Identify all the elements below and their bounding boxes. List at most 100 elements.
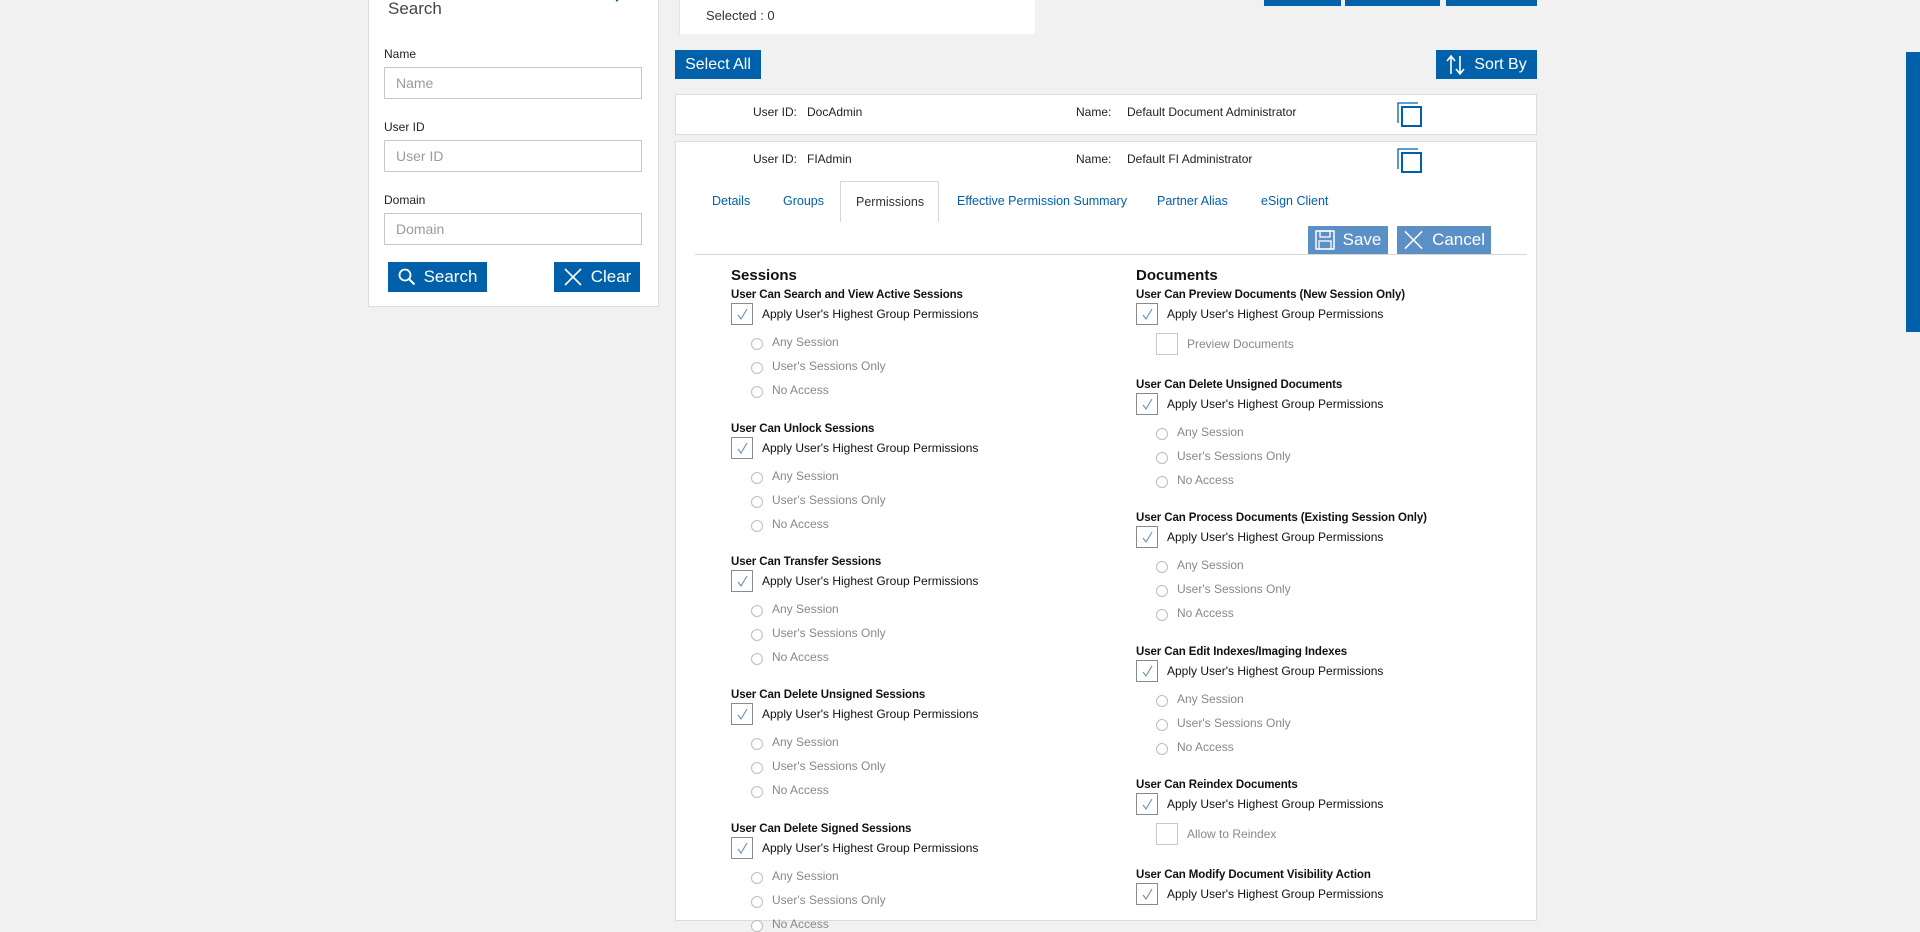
radio-option-label: Any Session	[1177, 558, 1244, 572]
selected-count: Selected : 0	[706, 8, 775, 23]
permission-title: User Can Reindex Documents	[1136, 779, 1298, 791]
apply-group-permissions-checkbox[interactable]	[1136, 303, 1158, 325]
select-checkbox-icon[interactable]	[1397, 102, 1423, 128]
permission-title: User Can Transfer Sessions	[731, 556, 882, 568]
radio-option[interactable]	[751, 738, 763, 750]
radio-option-label: No Access	[772, 383, 829, 397]
tab-esign-client[interactable]: eSign Client	[1245, 181, 1344, 221]
apply-group-permissions-checkbox[interactable]	[1136, 393, 1158, 415]
close-icon	[1404, 230, 1423, 250]
radio-option[interactable]	[751, 338, 763, 350]
select-checkbox-icon[interactable]	[1397, 148, 1423, 174]
tab-permissions[interactable]: Permissions	[840, 181, 939, 222]
tab-details[interactable]: Details	[696, 181, 766, 221]
select-all-button[interactable]: Select All	[675, 50, 761, 79]
check-icon	[737, 575, 748, 587]
option-checkbox[interactable]	[1156, 823, 1178, 845]
toolbar-button-2[interactable]	[1345, 0, 1440, 6]
radio-option-label: User's Sessions Only	[772, 893, 886, 907]
radio-option[interactable]	[1156, 719, 1168, 731]
toolbar-button-3[interactable]	[1446, 0, 1537, 6]
apply-group-permissions-label: Apply User's Highest Group Permissions	[762, 441, 979, 455]
tab-divider	[695, 254, 1527, 255]
apply-group-permissions-label: Apply User's Highest Group Permissions	[1167, 397, 1384, 411]
radio-option-label: User's Sessions Only	[772, 759, 886, 773]
check-icon	[1142, 665, 1153, 677]
radio-option-label: User's Sessions Only	[1177, 449, 1291, 463]
apply-group-permissions-checkbox[interactable]	[1136, 526, 1158, 548]
cancel-label: Cancel	[1432, 230, 1485, 249]
apply-group-permissions-checkbox[interactable]	[731, 837, 753, 859]
apply-group-permissions-label: Apply User's Highest Group Permissions	[1167, 664, 1384, 678]
search-button[interactable]: Search	[388, 262, 487, 292]
user-name-value: Default FI Administrator	[1127, 152, 1253, 166]
apply-group-permissions-label: Apply User's Highest Group Permissions	[762, 574, 979, 588]
sort-icon	[1446, 54, 1465, 75]
radio-option-label: No Access	[772, 650, 829, 664]
radio-option[interactable]	[1156, 609, 1168, 621]
radio-option-label: No Access	[1177, 740, 1234, 754]
radio-option[interactable]	[751, 872, 763, 884]
apply-group-permissions-checkbox[interactable]	[731, 437, 753, 459]
radio-option[interactable]	[751, 629, 763, 641]
radio-option[interactable]	[751, 520, 763, 532]
radio-option-label: Any Session	[772, 869, 839, 883]
radio-option[interactable]	[751, 362, 763, 374]
radio-option[interactable]	[751, 605, 763, 617]
permission-title: User Can Preview Documents (New Session …	[1136, 289, 1406, 301]
radio-option-label: User's Sessions Only	[772, 493, 886, 507]
apply-group-permissions-checkbox[interactable]	[731, 303, 753, 325]
user-id-label: User ID:	[753, 105, 798, 119]
user-row[interactable]: User ID: DocAdmin Name: Default Document…	[675, 94, 1537, 135]
radio-option[interactable]	[751, 653, 763, 665]
apply-group-permissions-checkbox[interactable]	[1136, 793, 1158, 815]
radio-option[interactable]	[751, 896, 763, 908]
toolbar-button-1[interactable]	[1264, 0, 1341, 6]
radio-option[interactable]	[751, 386, 763, 398]
radio-option[interactable]	[1156, 585, 1168, 597]
domain-input[interactable]	[384, 213, 642, 245]
tab-partner-alias[interactable]: Partner Alias	[1141, 181, 1244, 221]
apply-group-permissions-checkbox[interactable]	[731, 703, 753, 725]
tab-groups[interactable]: Groups	[767, 181, 840, 221]
radio-option[interactable]	[1156, 561, 1168, 573]
radio-option[interactable]	[751, 786, 763, 798]
apply-group-permissions-checkbox[interactable]	[1136, 660, 1158, 682]
check-icon	[1142, 798, 1153, 810]
name-label: Name	[384, 47, 417, 61]
radio-option[interactable]	[1156, 452, 1168, 464]
permission-title: User Can Modify Document Visibility Acti…	[1136, 869, 1371, 881]
apply-group-permissions-label: Apply User's Highest Group Permissions	[1167, 530, 1384, 544]
cancel-button[interactable]: Cancel	[1397, 226, 1491, 254]
apply-group-permissions-checkbox[interactable]	[1136, 883, 1158, 905]
radio-option[interactable]	[1156, 428, 1168, 440]
permission-title: User Can Delete Signed Sessions	[731, 823, 912, 835]
pin-icon[interactable]	[608, 0, 626, 5]
radio-option[interactable]	[751, 762, 763, 774]
apply-group-permissions-checkbox[interactable]	[731, 570, 753, 592]
check-icon	[1142, 398, 1153, 410]
side-scroll-indicator[interactable]	[1906, 52, 1920, 332]
permission-title: User Can Search and View Active Sessions	[731, 289, 963, 301]
radio-option[interactable]	[1156, 743, 1168, 755]
radio-option-label: User's Sessions Only	[772, 626, 886, 640]
radio-option[interactable]	[751, 920, 763, 932]
save-label: Save	[1342, 230, 1382, 249]
radio-option[interactable]	[751, 496, 763, 508]
user-id-value: FIAdmin	[807, 152, 852, 166]
check-icon	[1142, 531, 1153, 543]
clear-button[interactable]: Clear	[554, 262, 640, 292]
userid-input[interactable]	[384, 140, 642, 172]
save-button[interactable]: Save	[1308, 226, 1388, 254]
sort-by-button[interactable]: Sort By	[1436, 50, 1537, 79]
radio-option-label: User's Sessions Only	[1177, 582, 1291, 596]
permission-title: User Can Edit Indexes/Imaging Indexes	[1136, 646, 1348, 658]
radio-option-label: Any Session	[772, 735, 839, 749]
radio-option-label: No Access	[772, 517, 829, 531]
option-checkbox[interactable]	[1156, 333, 1178, 355]
radio-option[interactable]	[1156, 695, 1168, 707]
name-input[interactable]	[384, 67, 642, 99]
tab-effective-permission-summary[interactable]: Effective Permission Summary	[941, 181, 1143, 221]
radio-option[interactable]	[751, 472, 763, 484]
radio-option[interactable]	[1156, 476, 1168, 488]
